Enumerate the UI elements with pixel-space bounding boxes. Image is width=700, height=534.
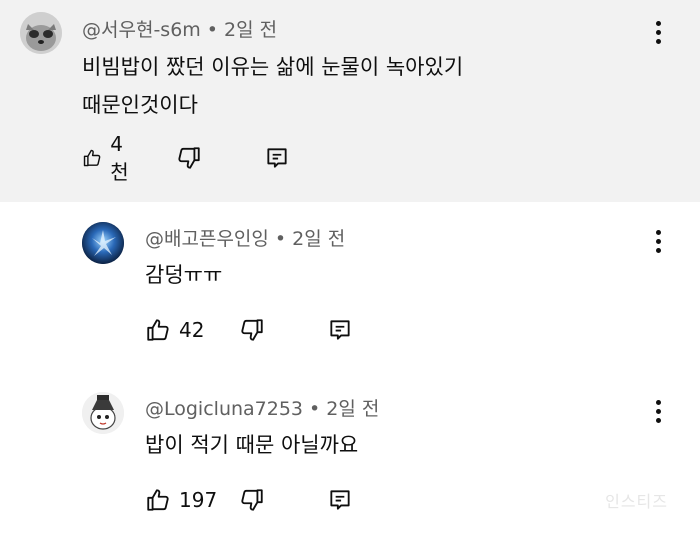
watermark: 인스티즈 <box>605 492 668 511</box>
comment-meta: @서우현-s6m • 2일 전 <box>82 15 277 42</box>
comment-text: 감덩ㅠㅠ <box>145 256 222 294</box>
comment-meta: @Logicluna7253 • 2일 전 <box>145 394 379 421</box>
reply-icon <box>267 148 287 168</box>
author-name[interactable]: @배고픈우인잉 <box>145 228 269 250</box>
comment-text: 비빔밥이 짰던 이유는 삶에 눈물이 녹아있기 때문인것이다 <box>82 48 602 124</box>
like-count: 4천 <box>110 131 129 184</box>
thumbs-up-icon <box>83 149 101 167</box>
reply-icon <box>330 490 350 510</box>
comment-time[interactable]: 2일 전 <box>224 19 277 41</box>
reply-button[interactable] <box>327 484 353 516</box>
separator-dot: • <box>274 228 287 250</box>
thumbs-up-icon <box>147 489 169 511</box>
avatar[interactable] <box>82 392 124 434</box>
separator-dot: • <box>309 398 321 420</box>
comment-text-line: 밥이 적기 때문 아닐까요 <box>145 433 359 457</box>
more-vert-icon[interactable] <box>646 226 670 256</box>
like-button[interactable]: 197 <box>145 484 217 516</box>
like-button[interactable]: 4천 <box>82 132 134 184</box>
comment-text-line: 비빔밥이 짰던 이유는 삶에 눈물이 녹아있기 <box>82 55 464 79</box>
more-vert-icon[interactable] <box>646 17 670 47</box>
like-count: 197 <box>179 488 218 512</box>
like-count: 42 <box>179 318 205 342</box>
thumbs-down-icon <box>241 319 263 341</box>
comment-time[interactable]: 2일 전 <box>292 228 345 250</box>
reply-button[interactable] <box>264 142 290 174</box>
reply-icon <box>330 320 350 340</box>
dislike-button[interactable] <box>239 484 265 516</box>
author-name[interactable]: @서우현-s6m <box>82 19 201 41</box>
like-button[interactable]: 42 <box>145 314 204 346</box>
comment-meta: @배고픈우인잉 • 2일 전 <box>145 224 345 251</box>
reply-button[interactable] <box>327 314 353 346</box>
thumbs-down-icon <box>178 147 200 169</box>
comment-2: @배고픈우인잉 • 2일 전 감덩ㅠㅠ 42 <box>0 202 700 368</box>
more-vert-icon[interactable] <box>646 396 670 426</box>
author-name[interactable]: @Logicluna7253 <box>145 398 303 420</box>
comment-3: @Logicluna7253 • 2일 전 밥이 적기 때문 아닐까요 197 <box>0 368 700 534</box>
dislike-button[interactable] <box>239 314 265 346</box>
separator-dot: • <box>206 19 219 41</box>
comment-text-line: 감덩ㅠㅠ <box>145 263 223 287</box>
comment-text: 밥이 적기 때문 아닐까요 <box>145 426 358 464</box>
comment-time[interactable]: 2일 전 <box>326 398 379 420</box>
dislike-button[interactable] <box>176 142 202 174</box>
comment-text-line: 때문인것이다 <box>82 93 198 117</box>
thumbs-up-icon <box>147 319 169 341</box>
avatar[interactable] <box>20 12 62 54</box>
thumbs-down-icon <box>241 489 263 511</box>
comment-1: @서우현-s6m • 2일 전 비빔밥이 짰던 이유는 삶에 눈물이 녹아있기 때문… <box>0 0 700 202</box>
avatar[interactable] <box>82 222 124 264</box>
